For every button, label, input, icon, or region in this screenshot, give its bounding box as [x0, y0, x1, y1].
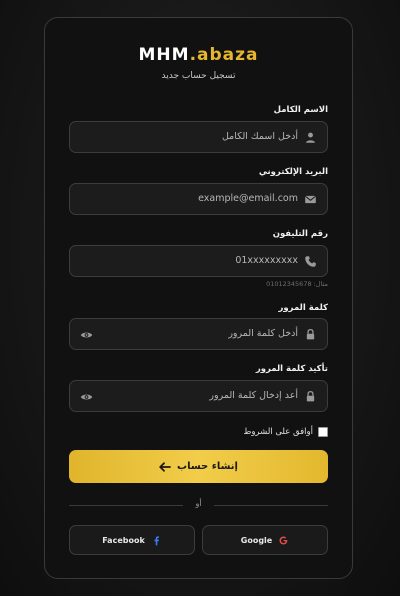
brand-name-accent: .abaza: [189, 45, 259, 65]
lock-icon: [306, 328, 315, 340]
facebook-icon: [154, 535, 159, 545]
create-account-label: إنشاء حساب: [177, 461, 238, 472]
confirm-password-field[interactable]: أعد إدخال كلمة المرور: [69, 380, 328, 412]
google-login-button[interactable]: Google: [202, 525, 328, 555]
brand-logo: MHM.abaza: [45, 45, 352, 65]
lock-icon: [306, 390, 315, 402]
facebook-label: Facebook: [102, 535, 145, 545]
fullname-placeholder: أدخل اسمك الكامل: [221, 131, 298, 142]
fullname-label: الاسم الكامل: [273, 105, 328, 115]
envelope-icon: [305, 195, 316, 204]
phone-hint: مثال: 01012345678: [266, 280, 328, 288]
or-divider: أو: [69, 499, 328, 511]
eye-icon[interactable]: [80, 391, 93, 403]
phone-label: رقم التليفون: [272, 229, 328, 239]
email-placeholder: example@email.com: [198, 193, 298, 204]
facebook-login-button[interactable]: Facebook: [69, 525, 195, 555]
page-subtitle: تسجيل حساب جديد: [161, 71, 236, 81]
terms-label[interactable]: أوافق على الشروط: [243, 427, 313, 437]
google-icon: [279, 536, 288, 544]
phone-field[interactable]: 01xxxxxxxxx: [69, 245, 328, 277]
password-label: كلمة المرور: [278, 303, 329, 313]
create-account-button[interactable]: إنشاء حساب: [69, 450, 328, 483]
brand-name-main: MHM: [138, 45, 190, 65]
confirm-password-placeholder: أعد إدخال كلمة المرور: [209, 390, 298, 401]
google-label: Google: [240, 535, 273, 545]
register-card: MHM.abaza تسجيل حساب جديد الاسم الكامل أ…: [44, 17, 353, 579]
confirm-password-label: تأكيد كلمة المرور: [255, 364, 328, 374]
email-field[interactable]: example@email.com: [69, 183, 328, 215]
eye-icon[interactable]: [80, 329, 93, 341]
terms-checkbox[interactable]: [318, 427, 328, 437]
password-field[interactable]: أدخل كلمة المرور: [69, 318, 328, 350]
password-placeholder: أدخل كلمة المرور: [228, 328, 298, 339]
phone-placeholder: 01xxxxxxxxx: [235, 255, 298, 266]
phone-icon: [305, 256, 316, 267]
fullname-field[interactable]: أدخل اسمك الكامل: [69, 121, 328, 153]
terms-row: أوافق على الشروط: [243, 427, 328, 437]
or-text: أو: [195, 499, 202, 508]
email-label: البريد الإلكتروني: [258, 167, 328, 177]
user-icon: [306, 132, 315, 143]
arrow-left-icon: [159, 461, 171, 472]
